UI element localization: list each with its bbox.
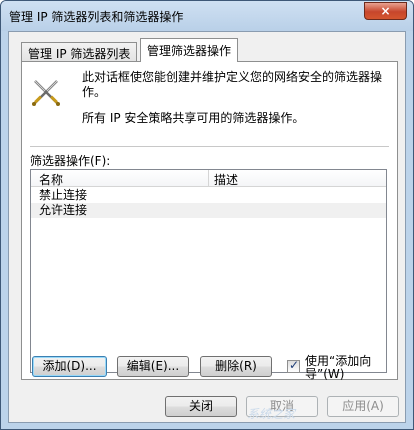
column-header-name[interactable]: 名称	[39, 171, 63, 188]
remove-button[interactable]: 删除(R)	[200, 356, 272, 377]
tab-panel: 此对话框使您能创建并维护定义您的网络安全的筛选器操作。 所有 IP 安全策略共享…	[21, 61, 398, 380]
window-title: 管理 IP 筛选器列表和筛选器操作	[9, 10, 184, 24]
close-window-button[interactable]: ×	[364, 2, 407, 20]
dialog-window: 管理 IP 筛选器列表和筛选器操作 × 管理 IP 筛选器列表 管理筛选器操作 …	[0, 0, 414, 430]
checkmark-icon: ✓	[289, 358, 300, 372]
tab-manage-ip-filter-lists[interactable]: 管理 IP 筛选器列表	[21, 42, 138, 61]
filter-actions-list[interactable]: 名称 描述 禁止连接 允许连接	[30, 169, 387, 373]
dialog-client-area: 管理 IP 筛选器列表 管理筛选器操作 此对话框使您能创建并维护定义您的网络安全…	[8, 31, 406, 423]
edit-button[interactable]: 编辑(E)...	[117, 356, 189, 377]
separator	[30, 146, 389, 147]
tab-manage-filter-actions[interactable]: 管理筛选器操作	[140, 38, 239, 62]
apply-button[interactable]: 应用(A)	[327, 396, 399, 417]
use-add-wizard-checkbox[interactable]: ✓	[287, 358, 300, 373]
column-divider[interactable]	[208, 170, 209, 187]
list-header: 名称 描述	[31, 170, 386, 187]
close-button[interactable]: 关闭	[165, 396, 237, 417]
list-item-block-connection[interactable]: 禁止连接	[31, 188, 386, 203]
column-header-description[interactable]: 描述	[214, 171, 238, 188]
filter-actions-label: 筛选器操作(F):	[30, 154, 111, 168]
use-add-wizard-label[interactable]: 使用“添加向导”(W)	[305, 355, 377, 381]
title-bar[interactable]: 管理 IP 筛选器列表和筛选器操作 ×	[1, 1, 413, 31]
description-text: 此对话框使您能创建并维护定义您的网络安全的筛选器操作。	[82, 70, 383, 99]
add-button[interactable]: 添加(D)...	[32, 356, 107, 377]
list-item-allow-connection[interactable]: 允许连接	[31, 203, 386, 218]
description-shared-text: 所有 IP 安全策略共享可用的筛选器操作。	[82, 111, 305, 125]
crossed-swords-icon	[32, 80, 60, 106]
watermark: 系统之家	[247, 407, 296, 421]
